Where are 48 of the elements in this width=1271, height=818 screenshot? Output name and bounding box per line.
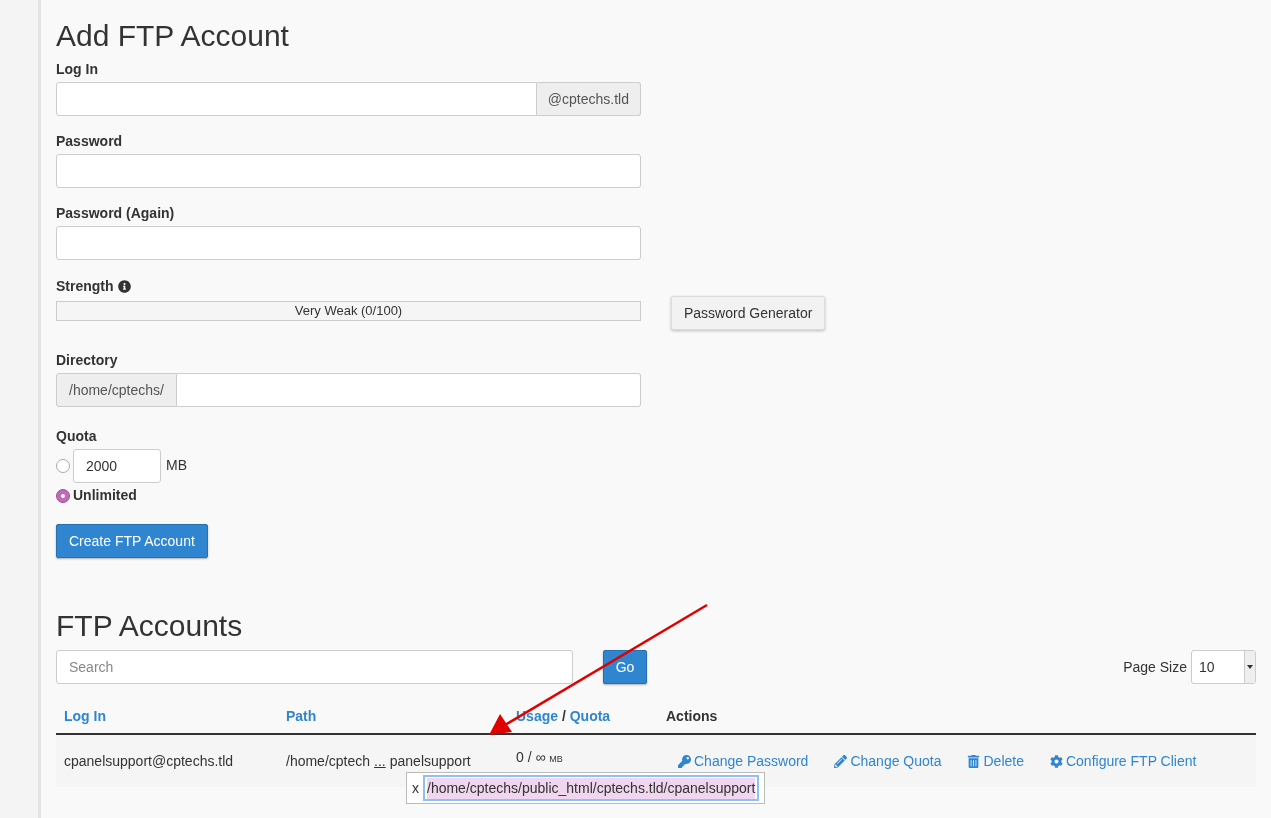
path-field[interactable]: /home/cptechs/public_html/cptechs.tld/cpanelsupport: [423, 775, 760, 801]
field-label: Log In: [56, 60, 98, 78]
separator-text: /: [560, 708, 567, 724]
page-size-select[interactable]: 10: [1191, 650, 1256, 684]
gear-icon: [1049, 754, 1063, 768]
field-label: Directory: [56, 351, 118, 369]
go-button[interactable]: Go: [603, 650, 647, 684]
column-header-link[interactable]: Log In: [64, 708, 106, 724]
close-button[interactable]: x: [412, 777, 419, 799]
table-cell: cpanelsupport@cptechs.tld: [64, 752, 234, 769]
login-field[interactable]: [56, 82, 537, 116]
info-icon[interactable]: [117, 280, 131, 293]
field-label: Password: [56, 132, 123, 150]
key-icon: [678, 754, 691, 768]
column-header-link[interactable]: Quota: [569, 708, 611, 724]
action-link[interactable]: Change Quota: [834, 750, 942, 772]
password-again-field[interactable]: [56, 226, 641, 260]
quota-field[interactable]: 2000: [73, 449, 161, 483]
section-title: Add FTP Account: [56, 18, 289, 54]
password-generator-button[interactable]: Password Generator: [671, 296, 826, 330]
create-account-button[interactable]: Create FTP Account: [56, 524, 208, 558]
page-size-label: Page Size: [1123, 657, 1187, 677]
domain-suffix: @cptechs.tld: [536, 82, 641, 116]
usage-text: 0 / ∞ MB: [516, 749, 563, 765]
field-label: Strength: [56, 277, 114, 296]
action-link[interactable]: Configure FTP Client: [1049, 750, 1197, 772]
search-field[interactable]: Search: [56, 650, 573, 684]
strength-meter: Very Weak (0/100): [56, 301, 641, 321]
path-text: panelsupport: [389, 751, 471, 771]
trash-icon: [967, 754, 981, 768]
caret-icon: [1247, 665, 1253, 669]
column-header: Actions: [666, 708, 718, 724]
radio-label: Unlimited: [73, 486, 137, 505]
directory-field[interactable]: [176, 373, 641, 407]
path-text: /home/cptech: [286, 751, 371, 771]
path-expand-link[interactable]: ...: [374, 750, 386, 772]
field-label: Quota: [56, 427, 97, 445]
unit-label: MB: [166, 456, 187, 475]
pencil-icon: [834, 754, 848, 768]
action-link[interactable]: Change Password: [678, 750, 809, 772]
column-header-link[interactable]: Path: [286, 708, 317, 724]
radio-button[interactable]: [56, 459, 70, 473]
section-title: FTP Accounts: [56, 608, 243, 644]
directory-prefix: /home/cptechs/: [56, 373, 177, 407]
field-label: Password (Again): [56, 204, 175, 222]
radio-button[interactable]: [56, 488, 70, 503]
action-link[interactable]: Delete: [967, 750, 1024, 772]
password-field[interactable]: [56, 154, 641, 188]
